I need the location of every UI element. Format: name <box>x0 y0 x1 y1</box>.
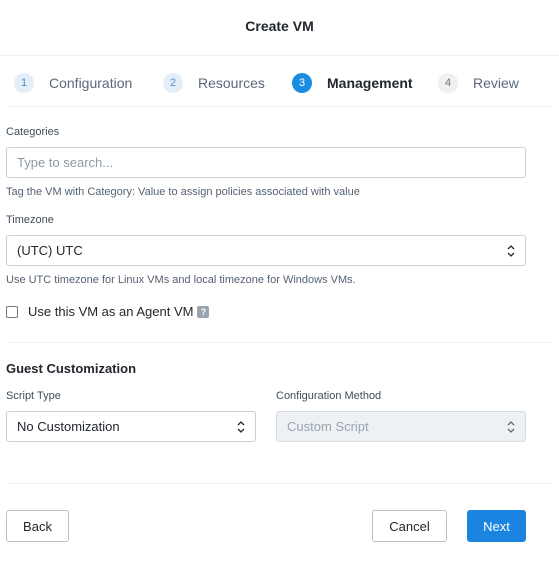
timezone-select[interactable]: (UTC) UTC <box>6 235 526 266</box>
categories-label: Categories <box>6 126 60 138</box>
step-label: Review <box>473 75 519 91</box>
timezone-label: Timezone <box>6 214 54 226</box>
step-number: 1 <box>14 73 34 93</box>
dialog-header: Create VM <box>0 0 559 56</box>
select-arrows-icon <box>507 421 515 433</box>
script-type-value: No Customization <box>17 419 120 434</box>
next-button[interactable]: Next <box>467 510 526 542</box>
step-label: Resources <box>198 75 265 91</box>
step-management[interactable]: 3 Management <box>292 72 413 94</box>
timezone-value: (UTC) UTC <box>17 243 83 258</box>
step-label: Configuration <box>49 75 133 91</box>
agent-vm-label[interactable]: Use this VM as an Agent VM <box>28 304 193 319</box>
step-number: 3 <box>292 73 312 93</box>
question-icon[interactable]: ? <box>197 305 210 318</box>
categories-placeholder: Type to search... <box>17 155 114 170</box>
timezone-help-text: Use UTC timezone for Linux VMs and local… <box>6 274 356 286</box>
section-divider <box>6 342 553 343</box>
step-resources[interactable]: 2 Resources <box>163 72 265 94</box>
script-type-label: Script Type <box>6 390 61 402</box>
cancel-button[interactable]: Cancel <box>372 510 447 542</box>
select-arrows-icon <box>507 245 515 257</box>
step-label: Management <box>327 75 413 91</box>
script-type-select[interactable]: No Customization <box>6 411 256 442</box>
footer-divider <box>6 483 553 484</box>
back-button[interactable]: Back <box>6 510 69 542</box>
select-arrows-icon <box>237 421 245 433</box>
wizard-steps: 1 Configuration 2 Resources 3 Management… <box>6 57 553 107</box>
step-review[interactable]: 4 Review <box>438 72 519 94</box>
categories-search-input[interactable]: Type to search... <box>6 147 526 178</box>
config-method-value: Custom Script <box>287 419 369 434</box>
dialog-title: Create VM <box>245 18 314 34</box>
categories-help-text: Tag the VM with Category: Value to assig… <box>6 186 360 198</box>
agent-vm-row: Use this VM as an Agent VM ? <box>6 304 210 319</box>
step-configuration[interactable]: 1 Configuration <box>14 72 132 94</box>
guest-customization-title: Guest Customization <box>6 361 137 376</box>
step-number: 4 <box>438 73 458 93</box>
config-method-select: Custom Script <box>276 411 526 442</box>
step-number: 2 <box>163 73 183 93</box>
config-method-label: Configuration Method <box>276 390 382 402</box>
agent-vm-checkbox[interactable] <box>6 305 18 318</box>
